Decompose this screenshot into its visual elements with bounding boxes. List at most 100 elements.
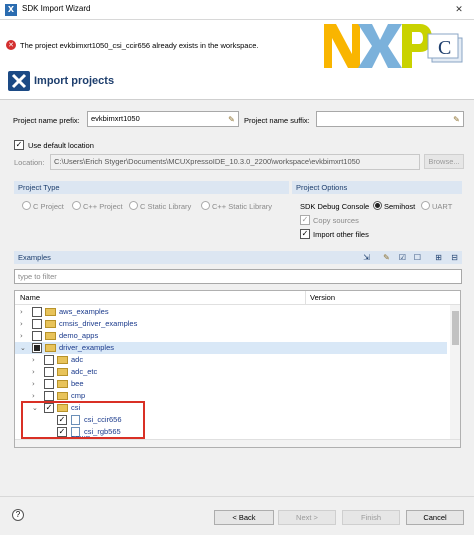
tree-checkbox[interactable] [44, 355, 54, 365]
prefix-input[interactable]: evkbimxrt1050 [87, 111, 239, 127]
horizontal-scrollbar[interactable] [15, 439, 460, 447]
sdk-app-icon: X [5, 4, 17, 16]
import-projects-icon [8, 71, 30, 91]
radio-semihost-label: Semihost [384, 202, 416, 211]
edit-prefix-icon[interactable]: ✎ [226, 114, 237, 125]
column-divider [305, 291, 306, 305]
import-other-files-label: Import other files [313, 230, 369, 239]
tree-row[interactable]: › adc_etc [15, 366, 447, 378]
edit-suffix-icon[interactable]: ✎ [451, 114, 462, 125]
tree-row-label: bee [71, 379, 84, 388]
tree-row[interactable]: › adc [15, 354, 447, 366]
folder-icon [45, 344, 56, 352]
radio-cpp-static-lib-label: C++ Static Library [212, 202, 273, 211]
tree-checkbox[interactable] [32, 319, 42, 329]
collapse-chevron-icon[interactable]: ⌄ [20, 342, 28, 354]
prefix-label: Project name prefix: [13, 116, 80, 125]
tree-checkbox[interactable] [32, 307, 42, 317]
tree-row[interactable]: ⌄ driver_examples [15, 342, 447, 354]
import-icon[interactable]: ⇲ [361, 252, 372, 263]
tree-row[interactable]: › bee [15, 378, 447, 390]
tree-checkbox[interactable] [44, 379, 54, 389]
nxp-logo [324, 24, 432, 68]
radio-semihost[interactable] [373, 201, 382, 210]
vertical-scroll-thumb[interactable] [452, 311, 459, 345]
tree-row-label: demo_apps [59, 331, 99, 340]
radio-cpp-project[interactable] [72, 201, 81, 210]
radio-uart[interactable] [421, 201, 430, 210]
folder-icon [57, 380, 68, 388]
next-button[interactable]: Next > [278, 510, 336, 525]
edit-icon[interactable]: ✎ [381, 252, 392, 263]
location-label: Location: [14, 158, 45, 167]
expand-chevron-icon[interactable]: › [32, 354, 40, 366]
folder-icon [57, 356, 68, 364]
expand-all-icon[interactable]: ⊞ [433, 252, 444, 263]
tree-row[interactable]: › cmsis_driver_examples [15, 318, 447, 330]
radio-c-project[interactable] [22, 201, 31, 210]
folder-icon [57, 392, 68, 400]
tree-row[interactable]: › aws_examples [15, 306, 447, 318]
radio-uart-label: UART [432, 202, 453, 211]
tree-checkbox[interactable] [44, 391, 54, 401]
error-message: The project evkbimxrt1050_csi_ccir656 al… [20, 41, 259, 50]
tree-row-label: cmp [71, 391, 86, 400]
tree-row[interactable]: › demo_apps [15, 330, 447, 342]
error-icon: ✕ [6, 40, 16, 50]
project-type-heading: Project Type [14, 181, 289, 194]
folder-icon [45, 332, 56, 340]
collapse-all-icon[interactable]: ⊟ [449, 252, 460, 263]
radio-cpp-project-label: C++ Project [83, 202, 123, 211]
close-icon[interactable]: ✕ [444, 0, 474, 20]
tree-header: Name Version [15, 291, 460, 305]
uncheck-all-icon[interactable]: ☐ [412, 252, 423, 263]
expand-chevron-icon[interactable]: › [32, 366, 40, 378]
examples-heading: Examples [14, 251, 462, 264]
help-icon[interactable]: ? [12, 509, 24, 521]
radio-cpp-static-lib[interactable] [201, 201, 210, 210]
radio-c-static-lib-label: C Static Library [140, 202, 192, 211]
cancel-button[interactable]: Cancel [406, 510, 464, 525]
tree-row-label: adc_etc [71, 367, 98, 376]
use-default-location-checkbox[interactable]: ✓ [14, 140, 24, 150]
expand-chevron-icon[interactable]: › [20, 330, 28, 342]
project-options-heading: Project Options [292, 181, 462, 194]
filter-placeholder: type to filter [18, 272, 57, 281]
wizard-c-icon: C [427, 33, 463, 63]
column-name[interactable]: Name [20, 293, 40, 302]
use-default-location-label: Use default location [28, 141, 94, 150]
folder-icon [45, 308, 56, 316]
tree-row-label: adc [71, 355, 84, 364]
expand-chevron-icon[interactable]: › [20, 318, 28, 330]
import-other-files-checkbox[interactable]: ✓ [300, 229, 310, 239]
folder-icon [45, 320, 56, 328]
radio-c-project-label: C Project [33, 202, 64, 211]
copy-sources-checkbox[interactable]: ✓ [300, 215, 310, 225]
highlight-box [21, 401, 145, 439]
tree-checkbox[interactable] [32, 331, 42, 341]
tree-checkbox-partial[interactable] [32, 343, 42, 353]
svg-text:C: C [438, 37, 451, 59]
tree-checkbox[interactable] [44, 367, 54, 377]
column-version[interactable]: Version [310, 293, 335, 302]
expand-chevron-icon[interactable]: › [32, 378, 40, 390]
expand-chevron-icon[interactable]: › [20, 306, 28, 318]
finish-button[interactable]: Finish [342, 510, 400, 525]
suffix-input[interactable] [316, 111, 464, 127]
location-input[interactable]: C:\Users\Erich Styger\Documents\MCUXpres… [50, 154, 420, 170]
tree-row-label: cmsis_driver_examples [59, 319, 138, 328]
title-bar: X SDK Import Wizard ✕ [0, 0, 474, 20]
page-title: Import projects [34, 75, 115, 87]
check-all-icon[interactable]: ☑ [397, 252, 408, 263]
debug-console-label: SDK Debug Console [300, 202, 370, 211]
folder-icon [57, 368, 68, 376]
radio-c-static-lib[interactable] [129, 201, 138, 210]
examples-tree: Name Version › aws_examples › cmsis_driv… [14, 290, 461, 448]
suffix-label: Project name suffix: [244, 116, 310, 125]
browse-button[interactable]: Browse... [424, 154, 464, 169]
filter-input[interactable]: type to filter [14, 269, 462, 284]
tree-row-label: aws_examples [59, 307, 109, 316]
copy-sources-label: Copy sources [313, 216, 359, 225]
back-button[interactable]: < Back [214, 510, 274, 525]
window-title: SDK Import Wizard [22, 4, 91, 13]
